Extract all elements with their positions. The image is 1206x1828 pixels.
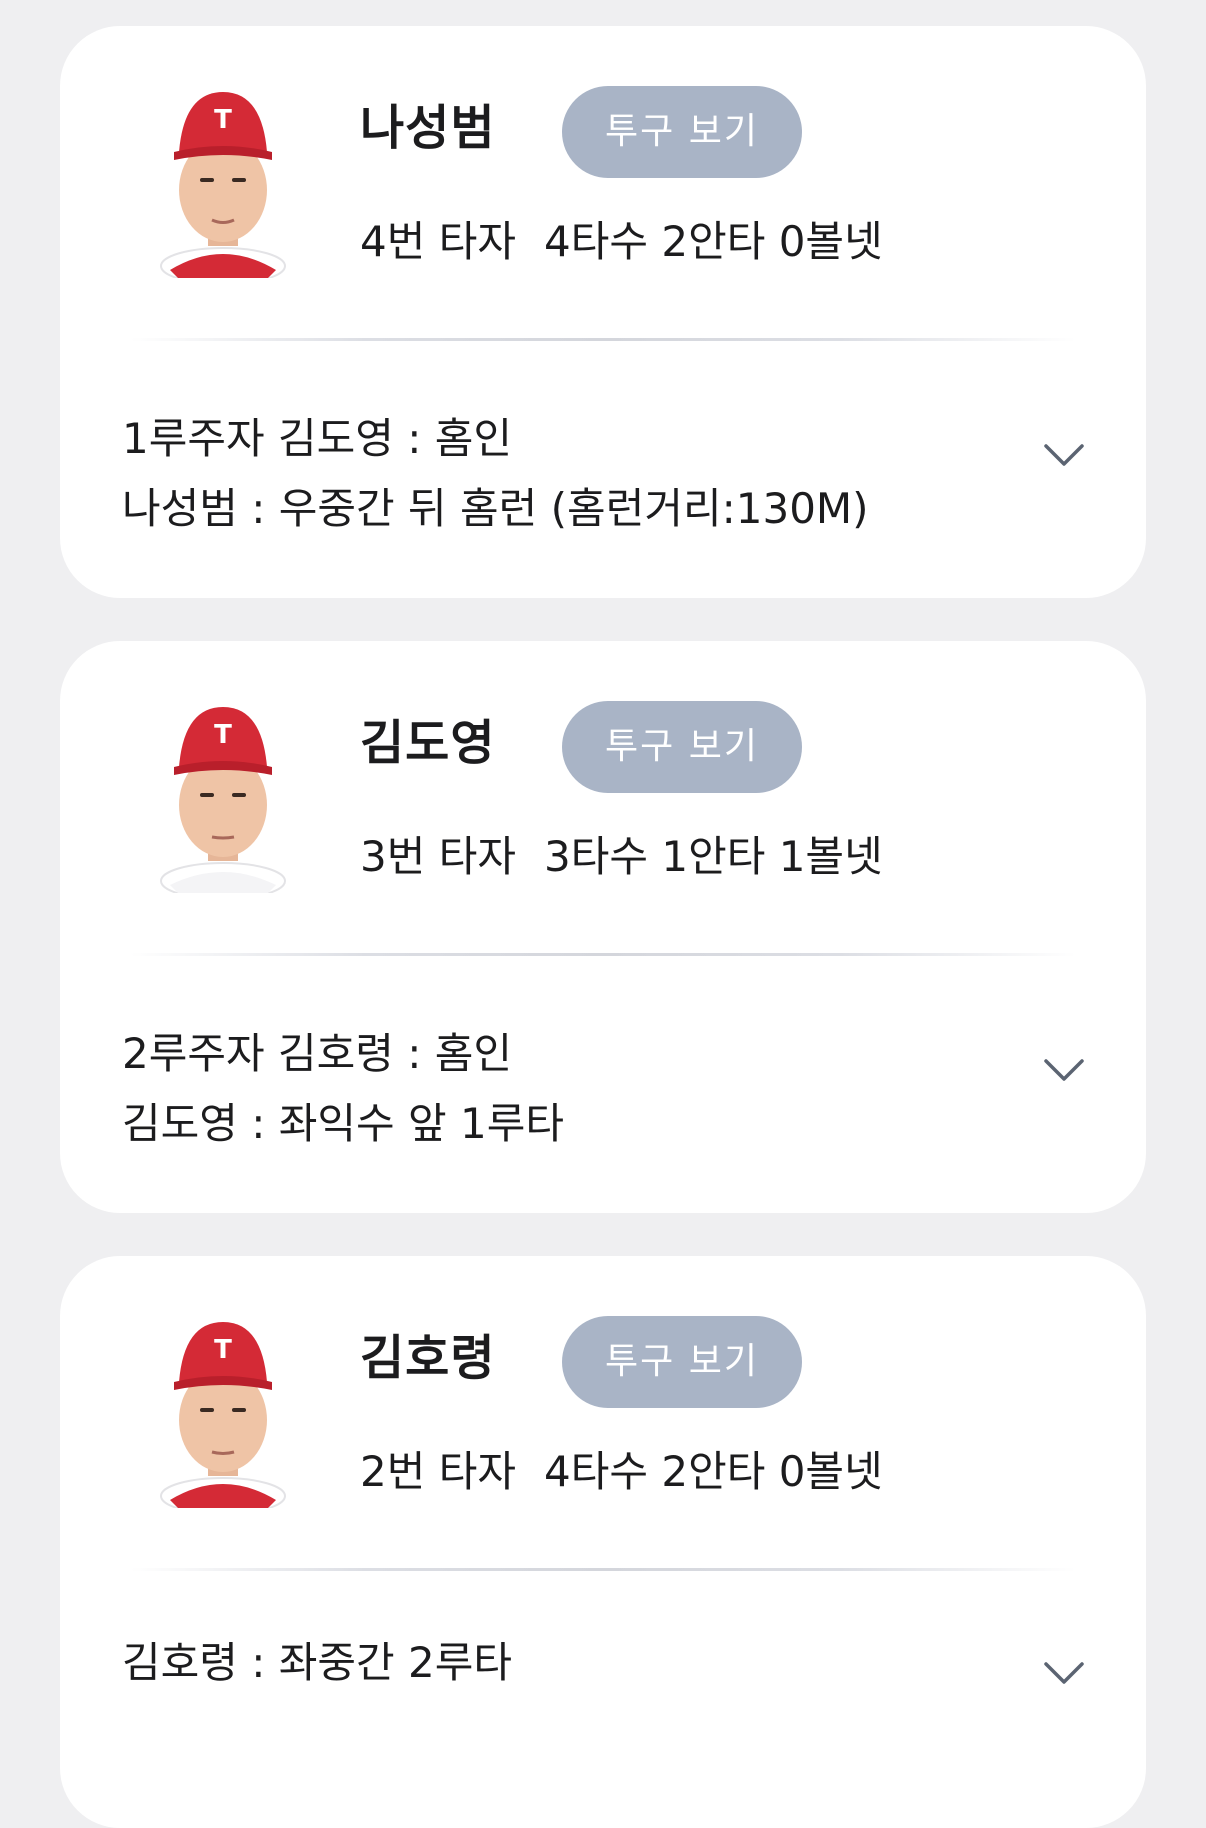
player-avatar: T: [148, 703, 298, 893]
play-description: 김호령 : 좌중간 2루타: [122, 1638, 513, 1687]
chevron-down-icon[interactable]: [1042, 1055, 1086, 1085]
batting-line: 3타수 1안타 1볼넷: [544, 832, 883, 881]
svg-text:T: T: [214, 1335, 232, 1365]
batting-order: 2번 타자: [360, 1447, 516, 1496]
svg-text:T: T: [214, 105, 232, 135]
play-description: 2루주자 김호령 : 홈인: [122, 1029, 513, 1078]
player-stats: 2번 타자 4타수 2안타 0볼넷: [360, 1444, 883, 1500]
player-avatar: T: [148, 88, 298, 278]
player-stats: 4번 타자 4타수 2안타 0볼넷: [360, 214, 883, 270]
divider: [130, 953, 1076, 956]
player-avatar: T: [148, 1318, 298, 1508]
play-description: 김도영 : 좌익수 앞 1루타: [122, 1099, 565, 1148]
chevron-down-icon[interactable]: [1042, 1658, 1086, 1688]
view-pitches-button[interactable]: 투구 보기: [562, 701, 802, 793]
player-card: T 김호령 투구 보기 2번 타자 4타수 2안타 0볼넷 김호령 : 좌중간 2…: [60, 1256, 1146, 1828]
player-card: T 김도영 투구 보기 3번 타자 3타수 1안타 1볼넷 2루주자 김호령 : …: [60, 641, 1146, 1213]
chevron-down-icon[interactable]: [1042, 440, 1086, 470]
player-stats: 3번 타자 3타수 1안타 1볼넷: [360, 829, 883, 885]
batting-order: 3번 타자: [360, 832, 516, 881]
view-pitches-button[interactable]: 투구 보기: [562, 86, 802, 178]
play-log: 김호령 : 좌중간 2루타: [122, 1628, 1026, 1698]
play-description: 나성범 : 우중간 뒤 홈런 (홈런거리:130M): [122, 484, 869, 533]
divider: [130, 1568, 1076, 1571]
play-description: 1루주자 김도영 : 홈인: [122, 414, 513, 463]
batting-order: 4번 타자: [360, 217, 516, 266]
play-log: 1루주자 김도영 : 홈인 나성범 : 우중간 뒤 홈런 (홈런거리:130M): [122, 404, 1026, 544]
view-pitches-button[interactable]: 투구 보기: [562, 1316, 802, 1408]
batting-line: 4타수 2안타 0볼넷: [544, 1447, 883, 1496]
player-name: 김도영: [360, 715, 496, 771]
svg-text:T: T: [214, 720, 232, 750]
batting-line: 4타수 2안타 0볼넷: [544, 217, 883, 266]
player-name: 나성범: [360, 100, 496, 156]
player-card: T 나성범 투구 보기 4번 타자 4타수 2안타 0볼넷 1루주자 김도영 : …: [60, 26, 1146, 598]
play-log: 2루주자 김호령 : 홈인 김도영 : 좌익수 앞 1루타: [122, 1019, 1026, 1159]
player-name: 김호령: [360, 1330, 496, 1386]
divider: [130, 338, 1076, 341]
